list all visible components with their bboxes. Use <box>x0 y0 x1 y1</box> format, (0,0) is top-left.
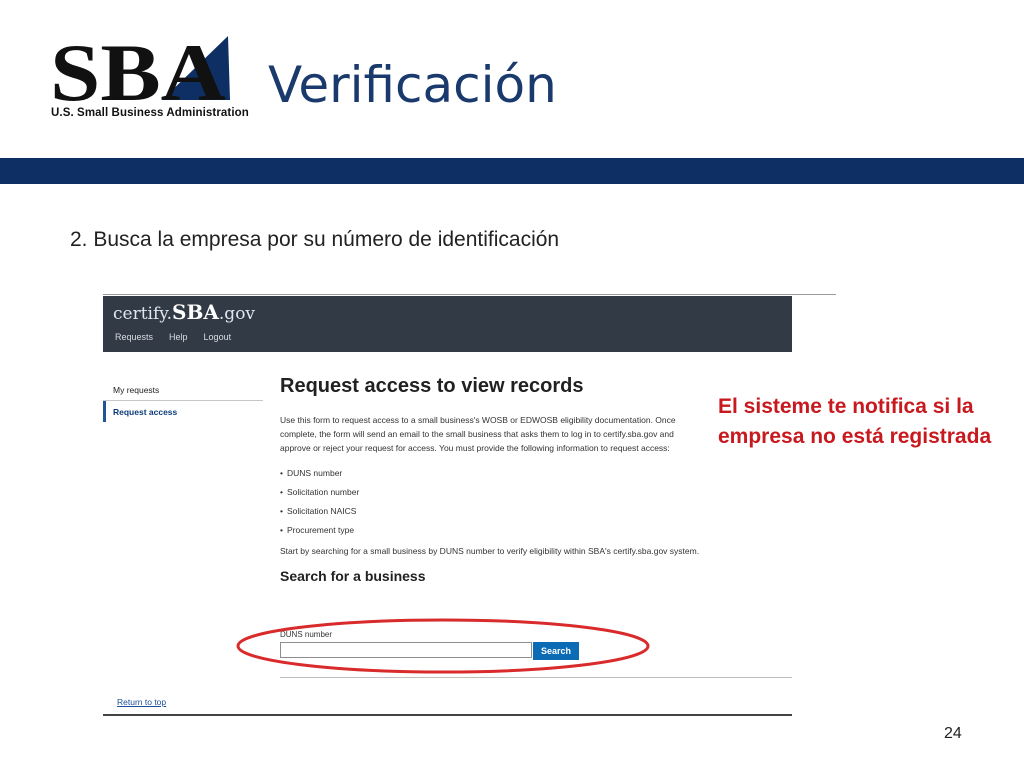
sba-wordmark: SBA <box>50 30 226 106</box>
nav-help[interactable]: Help <box>169 332 188 342</box>
site-logo-suffix: .gov <box>218 304 256 324</box>
site-logo[interactable]: certify.SBA.gov <box>113 300 255 324</box>
list-item: Solicitation number <box>280 483 700 502</box>
return-to-top-link[interactable]: Return to top <box>117 697 166 707</box>
list-item: Procurement type <box>280 521 700 540</box>
nav-logout[interactable]: Logout <box>204 332 232 342</box>
side-nav-my-requests[interactable]: My requests <box>103 379 263 401</box>
start-text: Start by searching for a small business … <box>280 546 700 556</box>
footer-divider <box>103 714 792 716</box>
site-header: certify.SBA.gov Requests Help Logout <box>103 296 792 352</box>
list-item: DUNS number <box>280 464 700 483</box>
site-logo-main: SBA <box>172 300 219 324</box>
sba-tagline: U.S. Small Business Administration <box>51 107 249 119</box>
sba-logo-mark: SBA <box>50 30 230 106</box>
nav-requests[interactable]: Requests <box>115 332 153 342</box>
side-nav-request-access[interactable]: Request access <box>103 401 263 422</box>
slide-title: Verificación <box>268 56 557 114</box>
slide-subtitle: 2. Busca la empresa por su número de ide… <box>70 228 560 251</box>
highlight-ellipse <box>236 618 650 674</box>
page-heading: Request access to view records <box>280 375 584 397</box>
site-logo-prefix: certify. <box>113 304 173 324</box>
sba-logo: SBA U.S. Small Business Administration <box>50 30 249 122</box>
content-divider <box>280 677 792 678</box>
site-nav: Requests Help Logout <box>115 332 231 342</box>
requirements-list: DUNS number Solicitation number Solicita… <box>280 464 700 540</box>
main-content: Request access to view records Use this … <box>280 374 700 660</box>
intro-text: Use this form to request access to a sma… <box>280 415 676 453</box>
search-heading: Search for a business <box>280 568 426 584</box>
annotation-note: El sisteme te notifica si la empresa no … <box>718 395 992 448</box>
list-item: Solicitation NAICS <box>280 502 700 521</box>
header-bar <box>0 158 1024 184</box>
side-nav: My requests Request access <box>103 379 263 422</box>
screenshot-edge <box>103 294 836 295</box>
page-number: 24 <box>944 725 962 742</box>
